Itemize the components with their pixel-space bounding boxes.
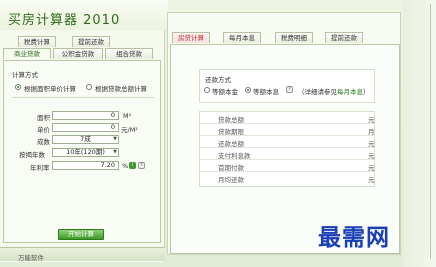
- result-unit: 元: [368, 116, 375, 124]
- help-icon[interactable]: ?: [138, 162, 145, 169]
- tab-tax-detail[interactable]: 税费明细: [275, 32, 313, 43]
- down-ratio-label: 成数: [37, 138, 50, 146]
- start-calc-button[interactable]: 开始计算: [58, 229, 104, 240]
- area-unit: M²: [123, 112, 132, 120]
- app-window: 买房计算器 2010 税费计算 提前还款 商业贷款 公积金贷款 组合贷款 计算方…: [0, 0, 436, 267]
- result-row: 首期付款 元: [200, 160, 375, 172]
- footer-text: 万能软件: [18, 254, 44, 262]
- footer-strip: 万能软件: [0, 247, 165, 262]
- result-row: 月均还款 元: [200, 172, 375, 184]
- result-name: 支付利息款: [218, 152, 251, 160]
- tab-monthly-detail[interactable]: 每月本息: [223, 32, 261, 43]
- radio-by-total[interactable]: [86, 84, 92, 90]
- tab-combined-loan[interactable]: 组合贷款: [105, 48, 153, 59]
- result-unit: 元: [368, 176, 375, 184]
- chevron-down-icon: ▼: [113, 136, 117, 142]
- form-divider: [12, 97, 154, 98]
- price-label: 单价: [37, 126, 50, 134]
- area-input[interactable]: 0: [52, 111, 119, 120]
- result-row: 支付利息款 元: [200, 148, 375, 160]
- result-name: 月均还款: [218, 176, 244, 184]
- results-table: 贷款总额 元 贷款期限 月 还款总额 元 支付利息款 元 首期付款 元 月均还款…: [199, 111, 375, 187]
- result-unit: 元: [368, 140, 375, 148]
- tab-loan-calc[interactable]: 房贷计算: [172, 32, 210, 43]
- result-row: 贷款期限 月: [200, 124, 375, 136]
- repay-method-label: 还款方式: [205, 76, 231, 84]
- years-value: 10年(120期): [66, 148, 105, 156]
- result-row: 还款总额 元: [200, 136, 375, 148]
- result-unit: 月: [368, 128, 375, 136]
- rate-input[interactable]: 7.20: [52, 161, 119, 170]
- down-ratio-select[interactable]: 7成 ▼: [52, 135, 119, 144]
- result-unit: 元: [368, 164, 375, 172]
- detail-note: （详细请参见每月本息）: [298, 86, 370, 96]
- detail-note-suffix: ）: [363, 88, 370, 96]
- years-select[interactable]: 10年(120期) ▼: [52, 148, 119, 157]
- area-label: 面积: [37, 114, 50, 122]
- repay-method-box: 还款方式 等额本金 等额本息 ? （详细请参见每月本息）: [199, 69, 375, 103]
- rate-unit: %: [122, 162, 129, 170]
- left-panel: 税费计算 提前还款 商业贷款 公积金贷款 组合贷款 计算方式 根据面积单价计算 …: [0, 30, 165, 262]
- radio-by-total-label: 根据贷款总额计算: [95, 85, 147, 93]
- app-title: 买房计算器 2010: [8, 13, 121, 28]
- result-name: 贷款总额: [218, 116, 244, 124]
- radio-equal-principal[interactable]: [204, 87, 210, 93]
- radio-by-price-label: 根据面积单价计算: [24, 85, 76, 93]
- result-name: 贷款期限: [218, 128, 244, 136]
- loan-form: 计算方式 根据面积单价计算 根据贷款总额计算 面积 0 M² 单价 0 元/M²…: [3, 60, 161, 243]
- rate-label: 年利率: [30, 164, 50, 172]
- equal-principal-label: 等额本金: [212, 88, 238, 96]
- price-unit: 元/M²: [121, 126, 138, 134]
- radio-equal-installment[interactable]: [245, 87, 251, 93]
- tab-prepay[interactable]: 提前还款: [72, 36, 110, 47]
- price-input[interactable]: 0: [52, 123, 119, 132]
- tab-provident-fund-loan[interactable]: 公积金贷款: [53, 48, 103, 59]
- chevron-down-icon: ▼: [113, 149, 117, 155]
- help-icon[interactable]: ?: [286, 86, 293, 93]
- result-name: 首期付款: [218, 164, 244, 172]
- down-ratio-value: 7成: [80, 135, 91, 143]
- window-edge: [403, 0, 436, 267]
- result-row: 贷款总额 元: [200, 112, 375, 124]
- monthly-detail-link[interactable]: 每月本息: [337, 88, 363, 96]
- rate-info-icon[interactable]: i: [129, 162, 136, 169]
- tab-prepay-right[interactable]: 提前还款: [325, 32, 363, 43]
- tab-tax-calc[interactable]: 税费计算: [18, 36, 56, 47]
- detail-note-prefix: （详细请参见: [298, 88, 337, 96]
- result-unit: 元: [368, 152, 375, 160]
- window-edge-line: [430, 4, 431, 259]
- tab-commercial-loan[interactable]: 商业贷款: [3, 48, 51, 59]
- result-name: 还款总额: [218, 140, 244, 148]
- equal-installment-label: 等额本息: [253, 88, 279, 96]
- watermark: 最需网: [318, 224, 390, 251]
- radio-by-price[interactable]: [15, 84, 21, 90]
- years-label: 按揭年数: [19, 151, 45, 159]
- calc-method-label: 计算方式: [12, 71, 38, 79]
